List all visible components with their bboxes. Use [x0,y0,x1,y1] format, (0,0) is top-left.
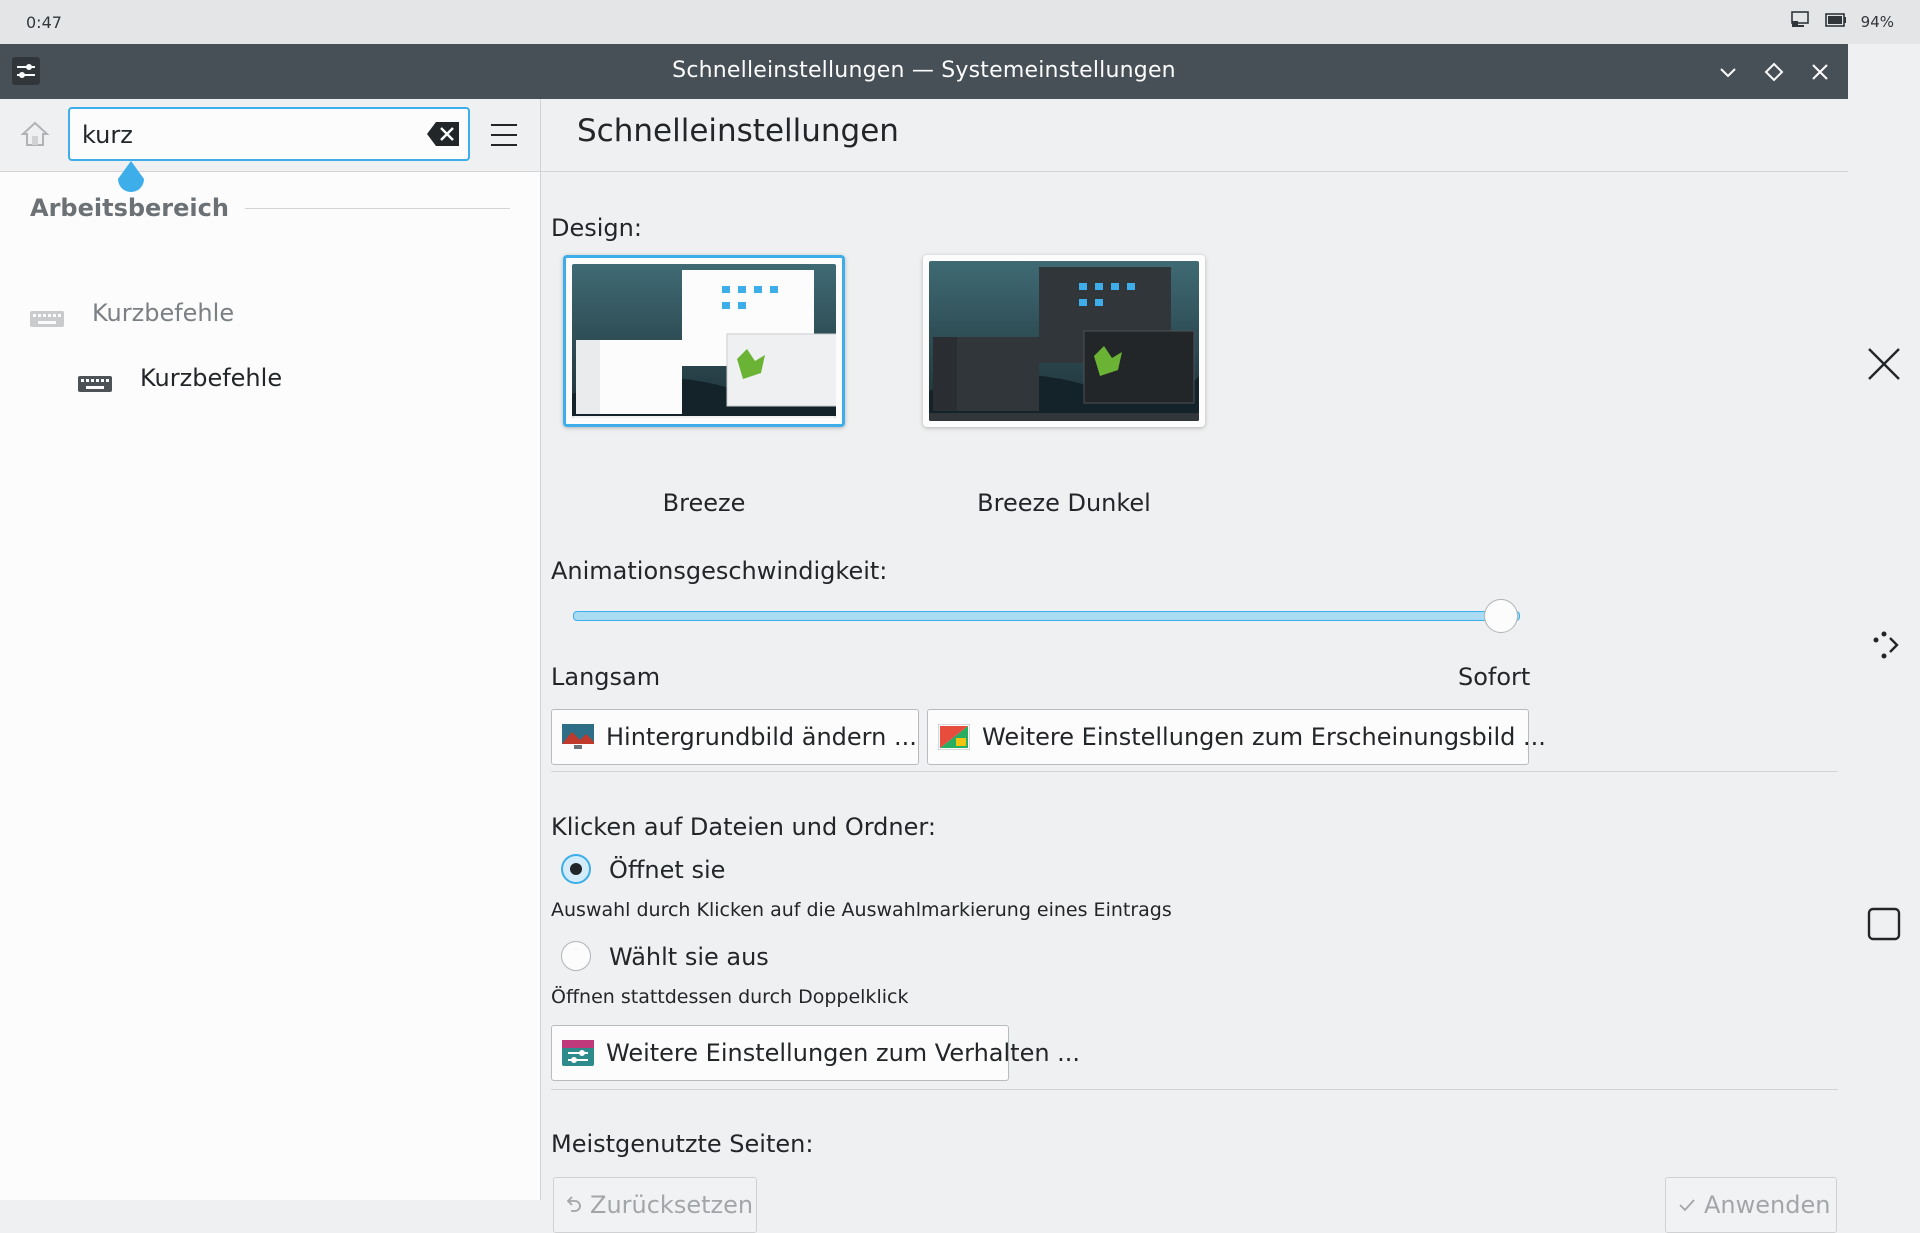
open-description: Auswahl durch Klicken auf die Auswahlmar… [551,899,1172,921]
theme-breeze-thumbnail[interactable] [563,255,845,427]
reset-button[interactable]: Zurücksetzen [553,1177,757,1233]
minimize-button[interactable] [1710,54,1746,90]
settings-window: Schnelleinstellungen — Systemeinstellung… [0,44,1848,1233]
close-icon[interactable] [1866,346,1902,386]
apply-label: Anwenden [1704,1191,1831,1219]
apply-button[interactable]: Anwenden [1665,1177,1837,1233]
select-description: Öffnen stattdessen durch Doppelklick [551,986,909,1008]
sidebar-item-label: Kurzbefehle [140,364,283,392]
text-cursor-handle[interactable] [114,161,148,195]
keyboard-icon [30,305,64,327]
maximize-square-icon[interactable] [1866,906,1902,946]
page-title: Schnelleinstellungen [577,113,899,149]
reset-label: Zurücksetzen [590,1191,754,1219]
animation-speed-slider-handle[interactable] [1484,599,1518,633]
section-label: Arbeitsbereich [30,194,229,222]
hamburger-menu-icon[interactable] [490,121,518,149]
sidebar-item-shortcuts-category[interactable]: Kurzbefehle [30,299,234,327]
fast-label: Sofort [1458,663,1531,691]
change-wallpaper-button[interactable]: Hintergrundbild ändern ... [551,709,919,765]
maximize-button[interactable] [1756,54,1792,90]
behavior-settings-icon [562,1040,594,1066]
slow-label: Langsam [551,663,661,691]
status-bar: 0:47 94% [0,0,1920,44]
section-header: Arbeitsbereich [30,194,510,222]
open-radio-label[interactable]: Öffnet sie [609,856,725,884]
battery-percent: 94% [1860,13,1894,31]
sidebar: Arbeitsbereich Kurzbefehle Kurzbefehle [0,99,541,1200]
open-radio[interactable] [561,854,591,884]
title-bar[interactable]: Schnelleinstellungen — Systemeinstellung… [0,44,1848,99]
move-icon[interactable] [1866,628,1902,668]
select-radio[interactable] [561,941,591,971]
clear-search-icon[interactable] [426,121,460,147]
animation-speed-label: Animationsgeschwindigkeit: [551,557,888,585]
search-field[interactable] [68,107,470,161]
theme-breeze-dark-label: Breeze Dunkel [977,489,1151,517]
keyboard-icon [78,370,112,392]
breeze-dark-preview-image [929,261,1199,421]
search-input[interactable] [80,117,414,153]
appearance-icon [937,723,971,751]
undo-icon [566,1191,582,1219]
battery-icon[interactable] [1824,13,1847,31]
page-header: Schnelleinstellungen [541,99,1848,172]
most-used-pages-label: Meistgenutzte Seiten: [551,1130,814,1158]
select-radio-label[interactable]: Wählt sie aus [609,943,769,971]
divider [551,771,1838,772]
sidebar-toolbar [0,99,540,192]
right-edge-panel [1848,44,1920,1200]
more-behavior-settings-button[interactable]: Weitere Einstellungen zum Verhalten ... [551,1025,1080,1081]
change-wallpaper-label: Hintergrundbild ändern ... [606,723,917,751]
click-behavior-label: Klicken auf Dateien und Ordner: [551,813,936,841]
animation-speed-slider[interactable] [573,611,1520,621]
breeze-preview-image [572,264,836,418]
design-label: Design: [551,214,642,242]
theme-breeze-dark-thumbnail[interactable] [923,255,1205,427]
sidebar-item-shortcuts[interactable]: Kurzbefehle [78,364,282,392]
theme-breeze-label: Breeze [662,489,746,517]
wallpaper-icon [562,724,594,750]
more-appearance-settings-button[interactable]: Weitere Einstellungen zum Erscheinungsbi… [927,709,1546,765]
divider [551,1089,1838,1090]
clock: 0:47 [26,13,62,32]
window-title: Schnelleinstellungen — Systemeinstellung… [672,58,1176,83]
more-behavior-settings-label: Weitere Einstellungen zum Verhalten ... [606,1039,1081,1067]
more-appearance-settings-label: Weitere Einstellungen zum Erscheinungsbi… [982,723,1546,751]
checkmark-icon [1678,1191,1696,1219]
display-icon[interactable] [1790,11,1811,33]
home-icon[interactable] [20,119,50,149]
close-button[interactable] [1802,54,1838,90]
main-content: Schnelleinstellungen Design: Breeze Bree… [541,99,1848,1233]
sidebar-item-label: Kurzbefehle [92,299,235,327]
